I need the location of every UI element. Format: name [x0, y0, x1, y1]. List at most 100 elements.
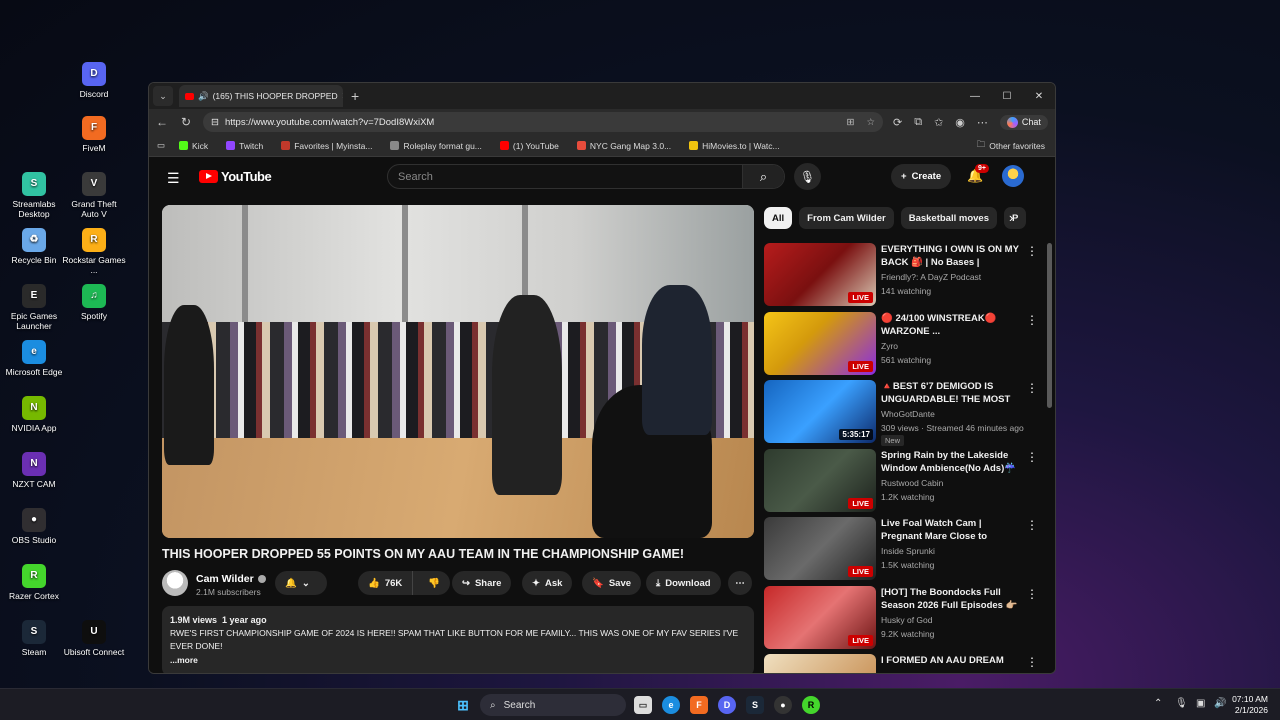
notifications-bell-icon[interactable]: 🔔 9+	[967, 164, 989, 184]
more-options-icon[interactable]: ⋮	[1026, 587, 1038, 601]
favorite-link[interactable]: Twitch	[226, 141, 263, 151]
minimize-button[interactable]: —	[959, 83, 991, 109]
favorite-star-icon[interactable]: ☆	[866, 117, 875, 128]
filter-chip[interactable]: All	[764, 207, 793, 229]
page-scrollbar[interactable]	[1047, 243, 1052, 408]
recommended-video[interactable]: I FORMED AN AAU DREAM ⋮	[764, 654, 1039, 673]
favorite-link[interactable]: Roleplay format gu...	[390, 141, 482, 151]
favorites-bar-toggle-icon[interactable]: ▭	[157, 140, 165, 151]
recommended-channel-name[interactable]: Zyro	[881, 341, 898, 351]
favorite-link[interactable]: (1) YouTube	[499, 141, 559, 151]
desktop-icon-rockstar-games-[interactable]: R Rockstar Games ...	[62, 228, 126, 275]
recommended-channel-name[interactable]: WhoGotDante	[881, 409, 935, 419]
favorite-link[interactable]: Favorites | Myinsta...	[281, 141, 372, 151]
desktop-icon-razer-cortex[interactable]: R Razer Cortex	[2, 564, 66, 601]
video-player[interactable]	[162, 205, 754, 538]
windows-start-icon[interactable]: ⊞	[454, 696, 472, 714]
desktop-icon-ubisoft-connect[interactable]: U Ubisoft Connect	[62, 620, 126, 657]
more-options-icon[interactable]: ⋮	[1026, 655, 1038, 669]
desktop-icon-spotify[interactable]: ♫ Spotify	[62, 284, 126, 321]
refresh-icon[interactable]: ↻	[179, 115, 193, 129]
recommended-channel-name[interactable]: Friendly?: A DayZ Podcast	[881, 272, 981, 282]
description-box[interactable]: 1.9M views 1 year ago RWE'S FIRST CHAMPI…	[162, 606, 754, 673]
recommended-video-title[interactable]: I FORMED AN AAU DREAM	[881, 654, 1019, 667]
recommended-channel-name[interactable]: Inside Sprunki	[881, 546, 935, 556]
desktop-icon-epic-games-launcher[interactable]: E Epic Games Launcher	[2, 284, 66, 331]
recommended-video[interactable]: LIVE [HOT] The Boondocks Full Season 2026…	[764, 585, 1039, 655]
video-thumbnail[interactable]: LIVE	[764, 448, 876, 512]
recommended-video[interactable]: LIVE Spring Rain by the Lakeside Window A…	[764, 448, 1039, 518]
fivem-taskbar-icon[interactable]: F	[690, 696, 708, 714]
search-icon[interactable]: ⌕	[742, 165, 784, 188]
recommended-video-title[interactable]: Spring Rain by the Lakeside Window Ambie…	[881, 449, 1019, 476]
recommended-video-title[interactable]: 🔺BEST 6'7 DEMIGOD IS UNGUARDABLE! THE MO…	[881, 380, 1019, 407]
recommended-channel-name[interactable]: Husky of God	[881, 615, 933, 625]
razer-taskbar-icon[interactable]: R	[802, 696, 820, 714]
recommended-video-title[interactable]: 🔴 24/100 WINSTREAK🔴 WARZONE ...	[881, 312, 1019, 338]
search-input[interactable]	[388, 170, 742, 183]
favorite-link[interactable]: Kick	[179, 141, 208, 151]
video-thumbnail[interactable]: 5:35:17	[764, 380, 876, 443]
download-button[interactable]: ⤓ Download	[646, 571, 721, 595]
desktop-icon-steam[interactable]: S Steam	[2, 620, 66, 657]
filter-chip[interactable]: Basketball moves	[900, 207, 997, 229]
more-options-icon[interactable]: ⋮	[1026, 518, 1038, 532]
more-actions-button[interactable]: ⋯	[728, 571, 752, 595]
show-more-link[interactable]: ...more	[170, 654, 746, 667]
recommended-video-title[interactable]: EVERYTHING I OWN IS ON MY BACK 🎒 | No Ba…	[881, 243, 1019, 270]
system-clock[interactable]: 07:10 AM 2/1/2026	[1232, 694, 1268, 716]
speaker-icon[interactable]: 🔊	[198, 91, 209, 102]
more-options-icon[interactable]: ⋮	[1026, 450, 1038, 464]
edge-taskbar-icon[interactable]: e	[662, 696, 680, 714]
recommended-video-title[interactable]: [HOT] The Boondocks Full Season 2026 Ful…	[881, 586, 1019, 613]
maximize-button[interactable]: ☐	[991, 83, 1023, 109]
share-button[interactable]: ↪ Share	[452, 571, 512, 595]
video-thumbnail[interactable]	[764, 654, 876, 673]
desktop-icon-microsoft-edge[interactable]: e Microsoft Edge	[2, 340, 66, 377]
more-options-icon[interactable]: ⋮	[1026, 313, 1038, 327]
channel-avatar[interactable]	[162, 570, 188, 596]
desktop-icon-recycle-bin[interactable]: ♻ Recycle Bin	[2, 228, 66, 265]
more-options-icon[interactable]: ⋮	[1026, 381, 1038, 395]
new-tab-button[interactable]: +	[351, 88, 359, 104]
desktop-icon-streamlabs-desktop[interactable]: S Streamlabs Desktop	[2, 172, 66, 219]
page-info-icon[interactable]: ⊟	[211, 117, 219, 128]
recommended-video[interactable]: LIVE Live Foal Watch Cam | Pregnant Mare …	[764, 517, 1039, 586]
volume-icon[interactable]: 🔊	[1214, 698, 1226, 709]
recommended-video[interactable]: LIVE 🔴 24/100 WINSTREAK🔴 WARZONE ... Zyro 5…	[764, 311, 1039, 381]
like-button[interactable]: 👍 76K	[358, 571, 414, 595]
recommended-video[interactable]: 5:35:17 🔺BEST 6'7 DEMIGOD IS UNGUARDABLE!…	[764, 380, 1039, 449]
task-view-icon[interactable]: ▭	[634, 696, 652, 714]
desktop-icon-fivem[interactable]: F FiveM	[62, 116, 126, 153]
other-favorites-folder[interactable]: 🗀 Other favorites	[977, 139, 1045, 153]
close-tab-icon[interactable]: ✕	[342, 91, 343, 102]
obs-taskbar-icon[interactable]: ●	[774, 696, 792, 714]
back-arrow-icon[interactable]: ←	[155, 115, 169, 129]
profile-icon[interactable]: ◉	[955, 116, 965, 129]
ask-button[interactable]: ✦ Ask	[522, 571, 573, 595]
video-thumbnail[interactable]: LIVE	[764, 311, 876, 375]
desktop-icon-obs-studio[interactable]: ● OBS Studio	[2, 508, 66, 545]
notification-subscribe-button[interactable]: 🔔 ⌄	[275, 571, 327, 595]
app-available-icon[interactable]: ⊞	[847, 117, 855, 128]
split-screen-icon[interactable]: ⧉	[914, 116, 922, 129]
favorite-link[interactable]: HiMovies.to | Watc...	[689, 141, 780, 151]
network-icon[interactable]: ▣	[1196, 698, 1205, 709]
account-avatar[interactable]	[1002, 165, 1024, 187]
extensions-icon[interactable]: ⟳	[893, 116, 902, 129]
desktop-icon-discord[interactable]: D Discord	[62, 62, 126, 99]
tab-youtube[interactable]: 🔊 (165) THIS HOOPER DROPPED ✕	[179, 85, 343, 107]
steam-taskbar-icon[interactable]: S	[746, 696, 764, 714]
filter-chip[interactable]: P	[1003, 207, 1027, 229]
video-thumbnail[interactable]: LIVE	[764, 517, 876, 580]
chips-next-chevron-icon[interactable]: ›	[1009, 210, 1013, 225]
channel-name-link[interactable]: Cam Wilder	[196, 573, 266, 585]
tray-chevron-up-icon[interactable]: ⌃	[1154, 698, 1162, 709]
more-menu-icon[interactable]: ⋯	[977, 116, 988, 129]
create-button[interactable]: + Create	[891, 164, 952, 189]
tab-actions-chevron-icon[interactable]: ⌄	[153, 86, 173, 106]
dislike-button[interactable]: 👎	[418, 578, 450, 589]
microphone-icon[interactable]: 🎙	[794, 163, 821, 190]
video-thumbnail[interactable]: LIVE	[764, 585, 876, 649]
desktop-icon-grand-theft-auto-v[interactable]: V Grand Theft Auto V	[62, 172, 126, 219]
